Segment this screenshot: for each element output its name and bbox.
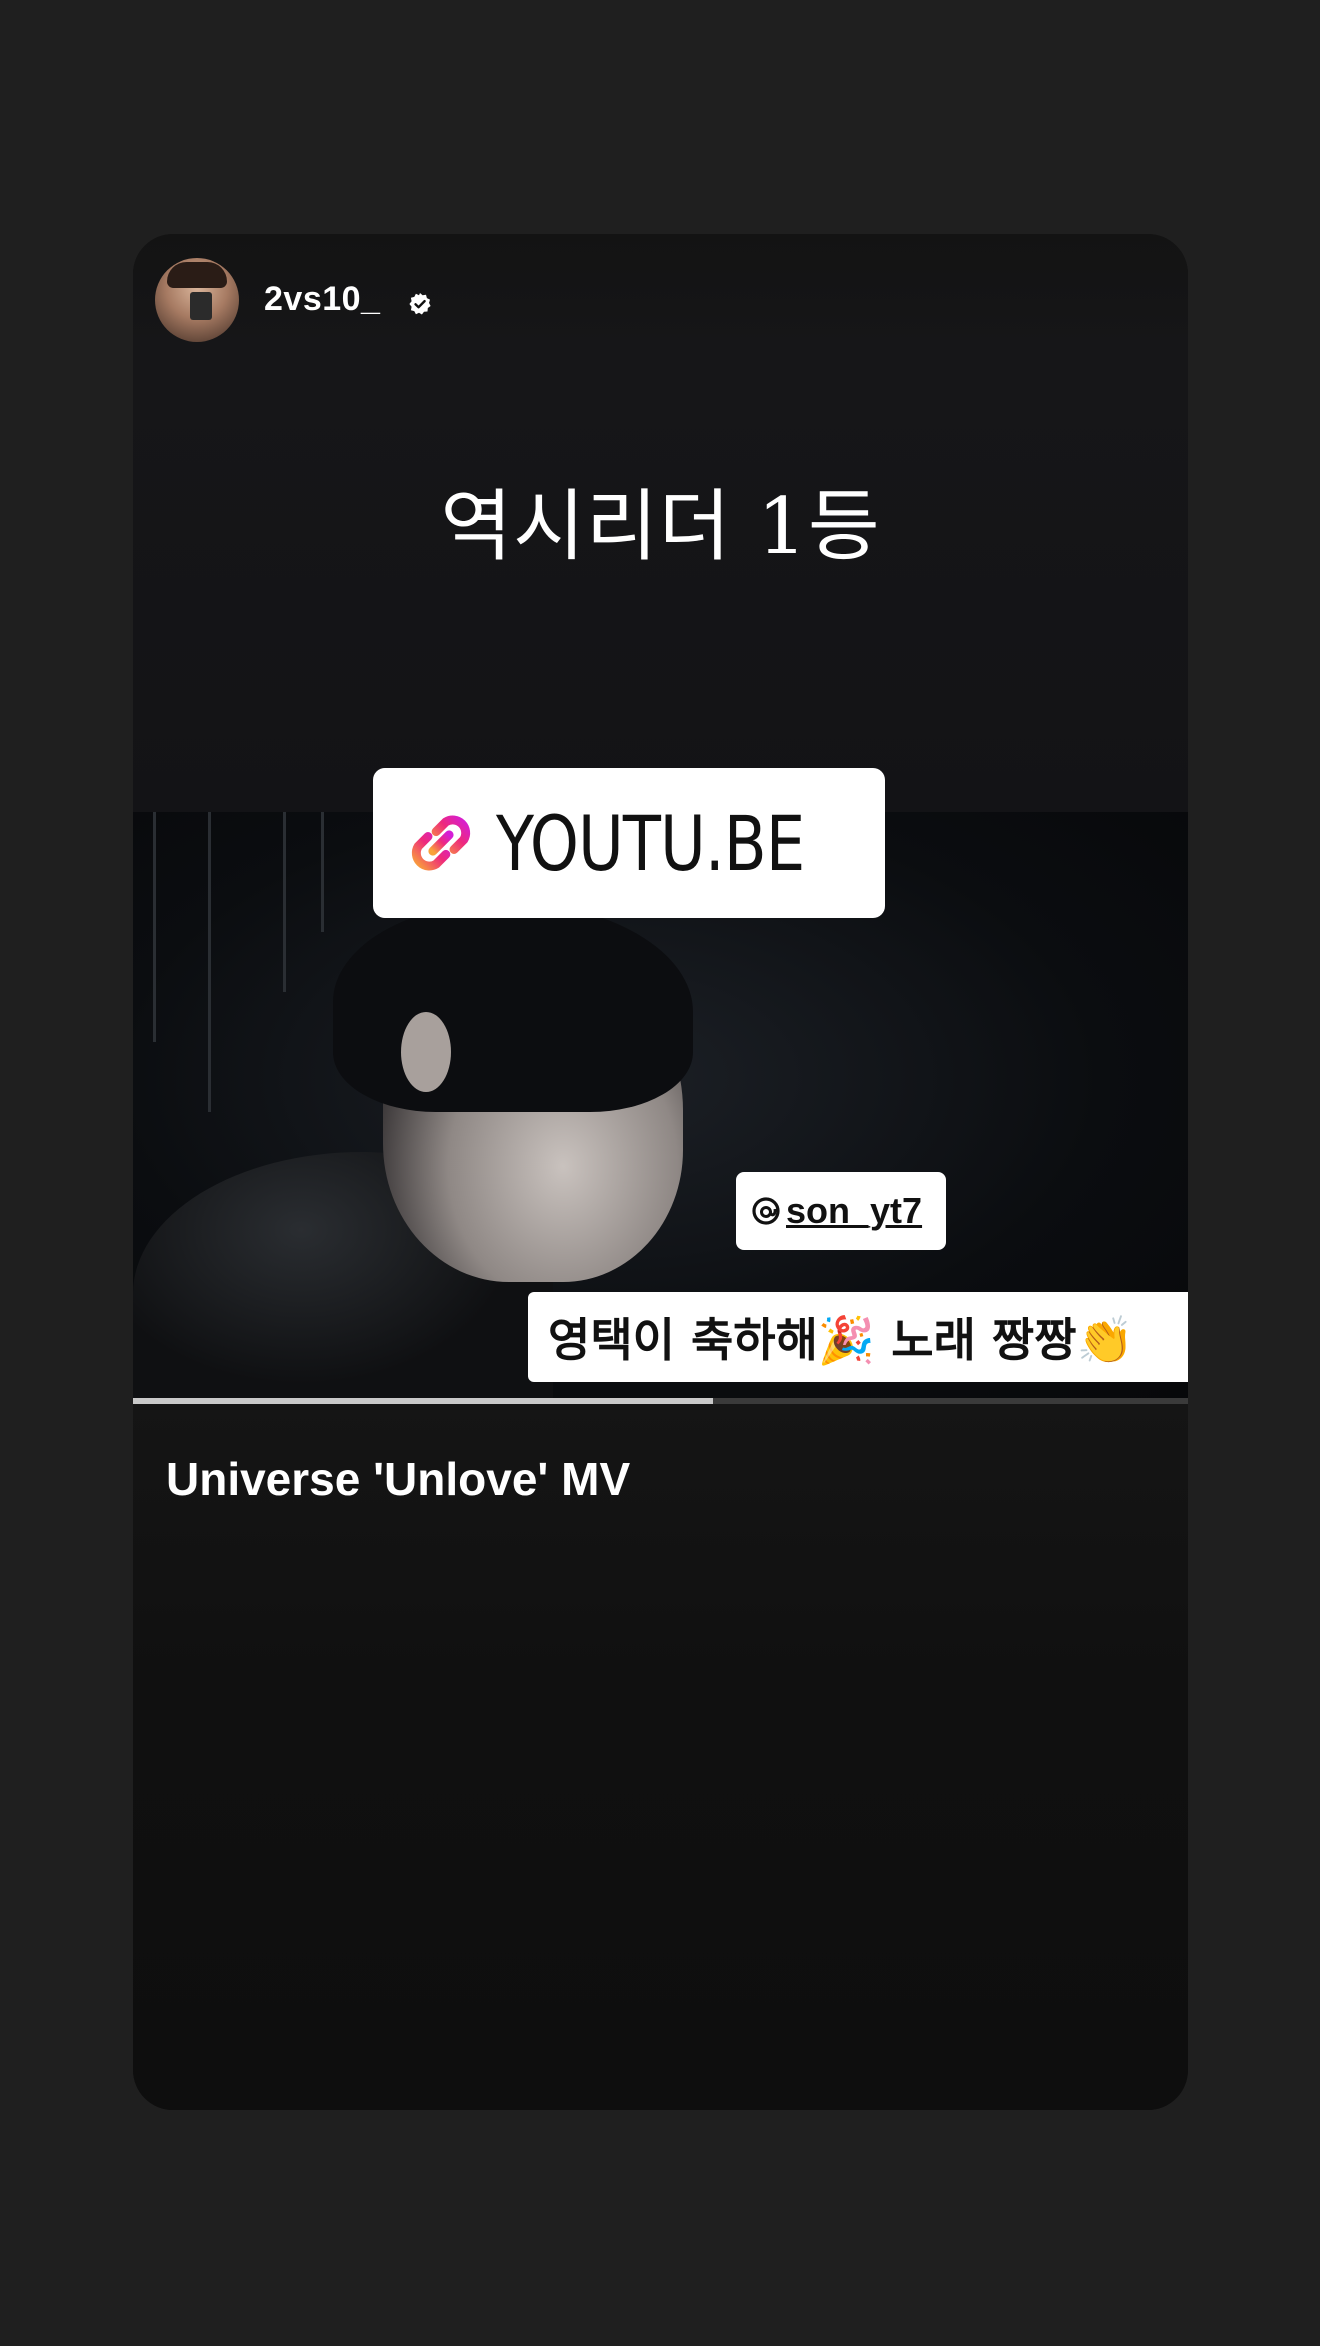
mention-sticker-label: son_yt7 [786,1190,923,1231]
verified-badge-icon [409,293,431,315]
text-sticker: 영택이 축하해🎉 노래 짱짱👏 [528,1292,1188,1382]
username[interactable]: 2vs10_ [264,280,380,319]
rain-streak [283,812,286,992]
link-sticker[interactable]: YOUTU.BE [373,768,885,918]
rain-streak [208,812,211,1112]
mention-sticker[interactable]: son_yt7 [736,1172,946,1250]
rain-streak [321,812,324,932]
avatar-hair [167,262,227,288]
link-preview-title: Universe 'Unlove' MV [166,1453,631,1505]
story-card[interactable]: 2vs10_ 역시리더 1등 YOUTU.BE son_yt7 영택이 축하해🎉… [133,234,1188,2110]
avatar-phone [190,292,212,320]
figure-hair [333,902,693,1112]
story-caption: 역시리더 1등 [440,482,881,572]
story-header: 2vs10_ [133,234,1188,384]
text-sticker-label: 영택이 축하해🎉 노래 짱짱👏 [548,1313,1134,1367]
rain-streak [153,812,156,1042]
threads-icon [752,1197,780,1225]
link-preview-panel[interactable]: Universe 'Unlove' MV [133,1404,1188,2110]
figure-ear [401,1012,451,1092]
link-icon [411,815,471,871]
avatar[interactable] [155,258,239,342]
link-sticker-label: YOUTU.BE [496,798,805,888]
